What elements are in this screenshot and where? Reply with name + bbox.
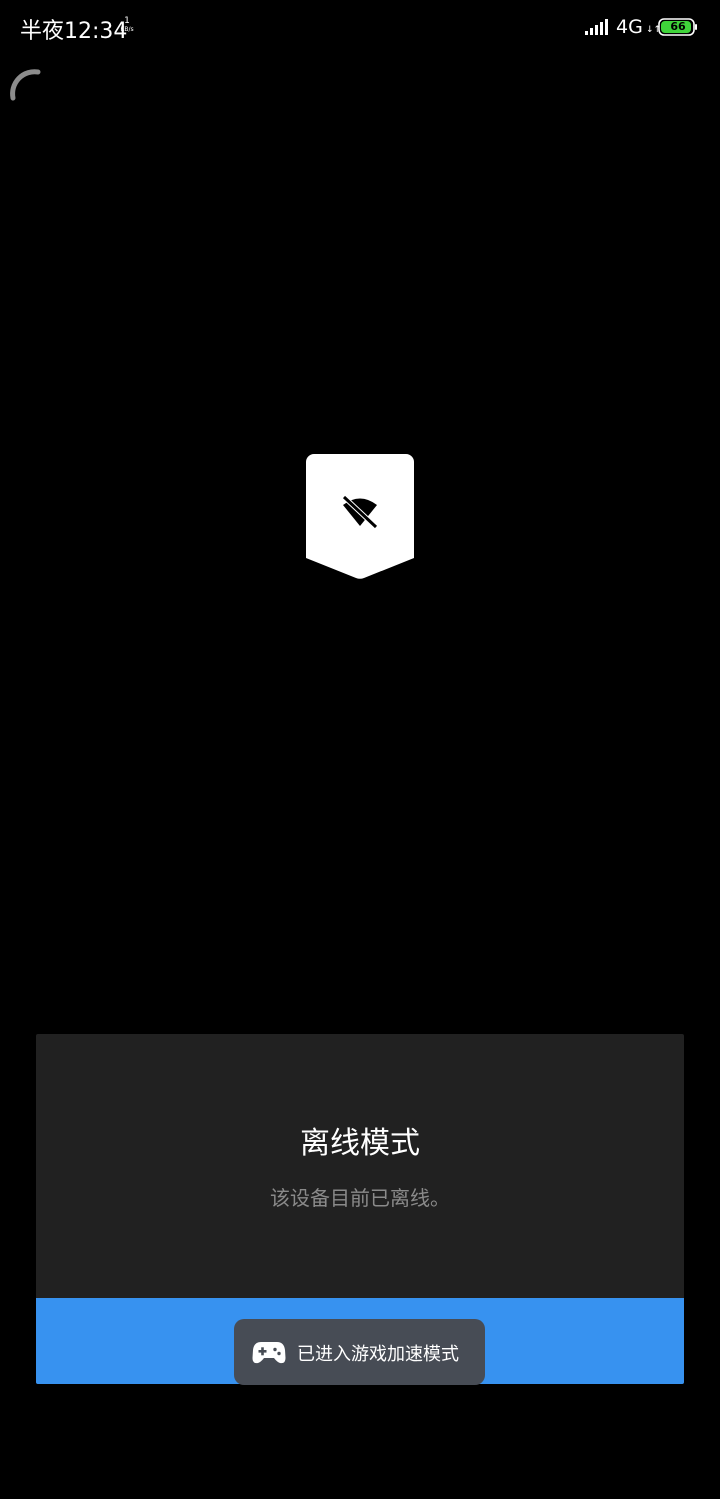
toast-message: 已进入游戏加速模式: [297, 1344, 459, 1365]
signal-icon: [585, 19, 608, 35]
network-speed-indicator: 1 KB/s: [120, 17, 134, 34]
network-speed-value: 1: [124, 16, 130, 26]
status-time: 半夜12:34: [20, 19, 128, 44]
dialog-message: 该设备目前已离线。: [270, 1186, 450, 1210]
network-speed-unit: KB/s: [120, 26, 134, 33]
network-type-label: 4G: [616, 16, 643, 38]
battery-level: 66: [670, 20, 686, 33]
dialog-title: 离线模式: [300, 1126, 420, 1161]
status-bar: 半夜12:34 1 KB/s 4G ↓↑ 66: [0, 0, 720, 56]
game-mode-toast: 已进入游戏加速模式: [234, 1319, 485, 1385]
gamepad-icon: [252, 1342, 286, 1364]
loading-spinner-icon: [10, 69, 41, 101]
offline-badge: [306, 454, 414, 579]
